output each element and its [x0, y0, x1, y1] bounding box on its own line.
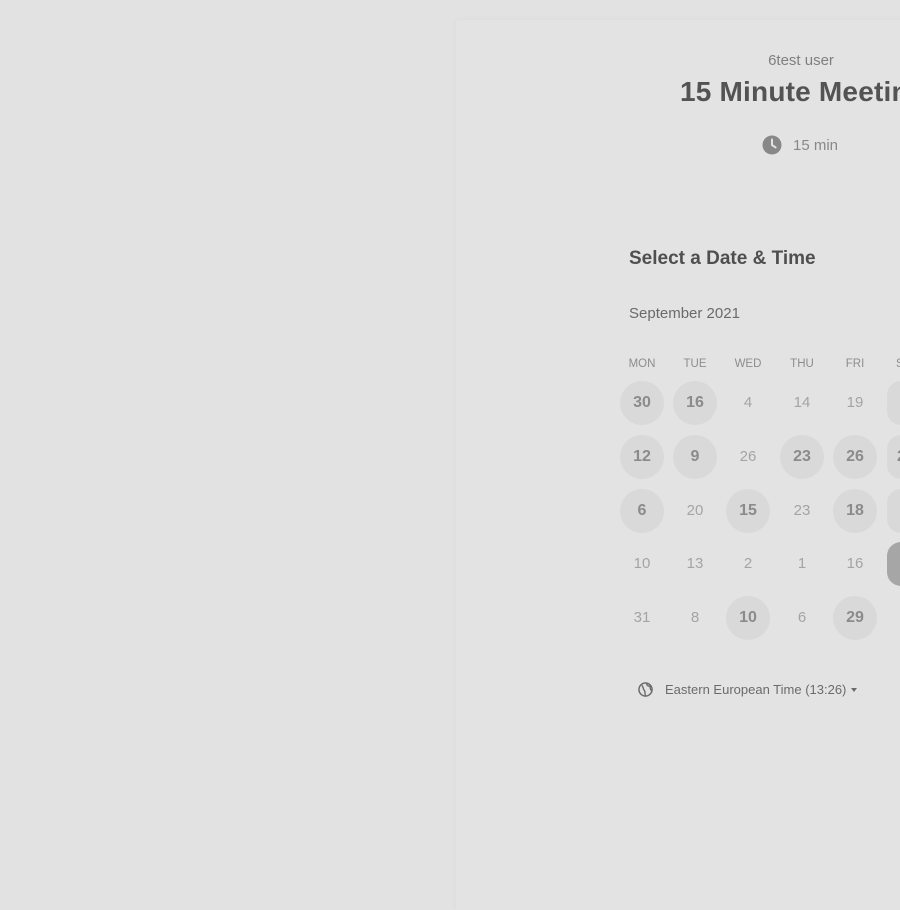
calendar-day[interactable]: 16 — [673, 381, 717, 425]
calendar-day[interactable]: 9 — [673, 435, 717, 479]
calendar-day: 2 — [743, 555, 753, 572]
calendar-day: 10 — [633, 555, 651, 572]
calendar-day-selected[interactable] — [887, 542, 900, 586]
calendar-day: 19 — [846, 394, 864, 411]
weekday-label: FRI — [845, 358, 865, 370]
weekday-label: WED — [734, 358, 762, 370]
caret-down-icon — [851, 687, 858, 692]
event-title: 15 Minute Meeting — [680, 76, 900, 107]
calendar-day: 16 — [846, 555, 864, 572]
calendar-day[interactable]: 30 — [620, 381, 664, 425]
calendar-day[interactable]: 6 — [620, 489, 664, 533]
calendar-day[interactable] — [887, 489, 900, 533]
calendar-day[interactable] — [887, 381, 900, 425]
calendar-day: 23 — [793, 502, 811, 519]
host-name: 6test user — [768, 52, 834, 69]
event-duration: 15 min — [762, 134, 838, 156]
calendar-day[interactable]: 29 — [833, 596, 877, 640]
calendar-day: 26 — [739, 448, 757, 465]
weekday-label: MON — [628, 358, 656, 370]
clock-icon — [762, 135, 782, 155]
duration-label: 15 min — [793, 136, 839, 154]
select-date-heading: Select a Date & Time — [629, 248, 816, 269]
calendar-day: 20 — [686, 502, 704, 519]
month-label: September 2021 — [629, 305, 740, 322]
calendar-day: 14 — [793, 394, 811, 411]
calendar-day: 1 — [797, 555, 807, 572]
weekday-label: S — [896, 358, 900, 370]
calendar-day[interactable]: 10 — [726, 596, 770, 640]
calendar-day: 8 — [690, 609, 700, 626]
timezone-selector[interactable]: Eastern European Time (13:26) — [638, 682, 858, 697]
calendar-day[interactable]: 18 — [833, 489, 877, 533]
calendar-day: 31 — [633, 609, 651, 626]
weekday-label: TUE — [683, 358, 707, 370]
calendar-day[interactable]: 26 — [833, 435, 877, 479]
globe-icon — [638, 682, 653, 697]
calendar-day[interactable]: 15 — [726, 489, 770, 533]
calendar-day[interactable]: 12 — [620, 435, 664, 479]
event-title-container: 15 Minute Meeting — [680, 76, 900, 108]
calendar-day[interactable]: 23 — [780, 435, 824, 479]
calendar-day: 4 — [743, 394, 753, 411]
timezone-label: Eastern European Time (13:26) — [665, 682, 847, 697]
calendar-day: 6 — [797, 609, 807, 626]
calendar-day[interactable]: 2 — [887, 435, 900, 479]
calendar-day: 13 — [686, 555, 704, 572]
weekday-label: THU — [790, 358, 814, 370]
